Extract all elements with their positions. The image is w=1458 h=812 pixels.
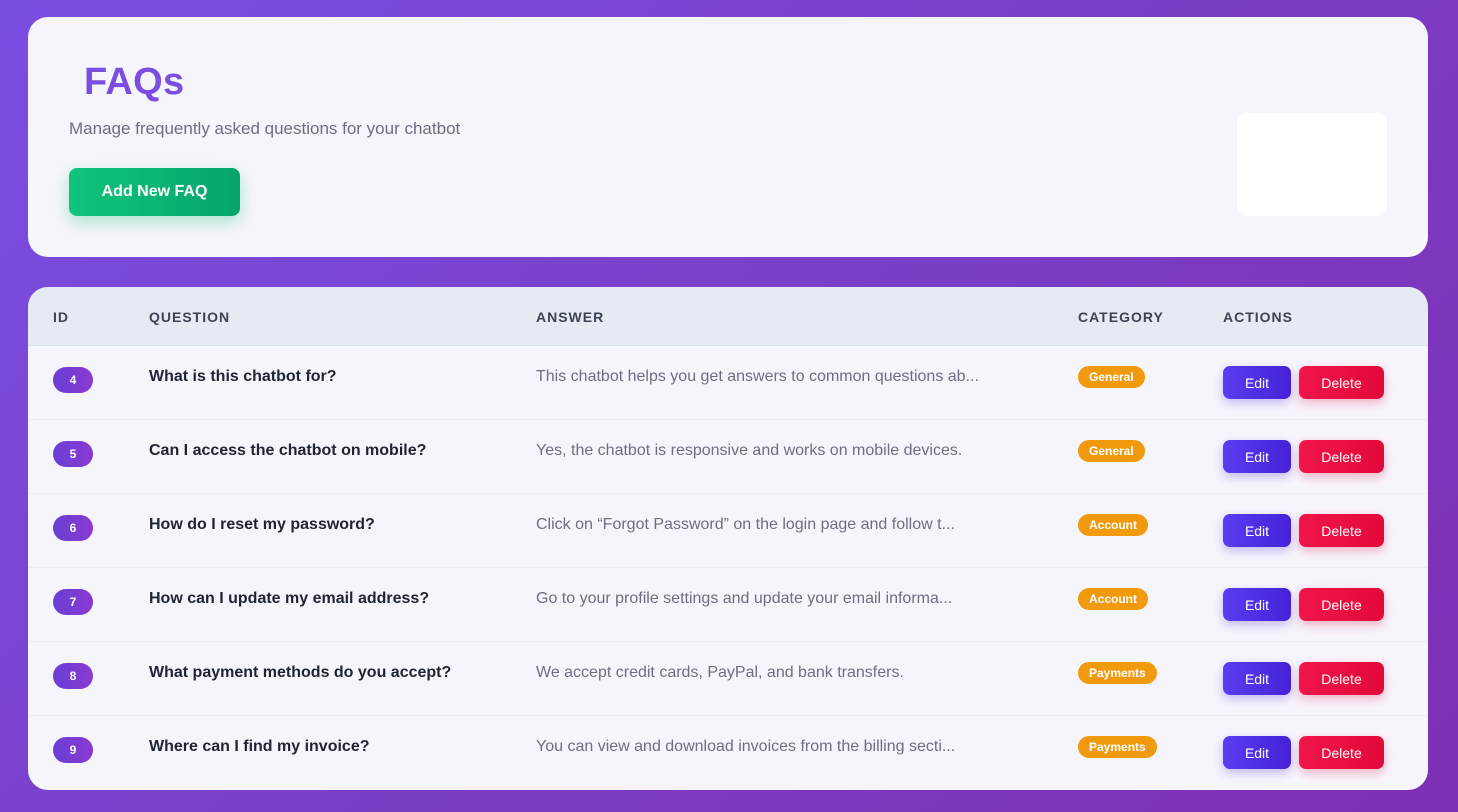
edit-button[interactable]: Edit bbox=[1223, 440, 1291, 473]
edit-button[interactable]: Edit bbox=[1223, 662, 1291, 695]
table-row: 8 What payment methods do you accept? We… bbox=[28, 642, 1428, 716]
id-badge: 7 bbox=[53, 589, 93, 615]
header-stats-panel bbox=[1237, 113, 1387, 216]
delete-button[interactable]: Delete bbox=[1299, 440, 1384, 473]
delete-button[interactable]: Delete bbox=[1299, 514, 1384, 547]
id-badge: 5 bbox=[53, 441, 93, 467]
answer-text: Yes, the chatbot is responsive and works… bbox=[536, 442, 963, 459]
question-text: What payment methods do you accept? bbox=[149, 664, 452, 681]
category-badge: Payments bbox=[1078, 736, 1157, 758]
question-text: How can I update my email address? bbox=[149, 590, 430, 607]
answer-text: Click on “Forgot Password” on the login … bbox=[536, 516, 955, 533]
question-text: Where can I find my invoice? bbox=[149, 738, 370, 755]
header-card: FAQs Manage frequently asked questions f… bbox=[28, 17, 1428, 257]
page-title: FAQs bbox=[84, 61, 185, 103]
question-text: What is this chatbot for? bbox=[149, 368, 337, 385]
delete-button[interactable]: Delete bbox=[1299, 662, 1384, 695]
id-badge: 6 bbox=[53, 515, 93, 541]
answer-text: You can view and download invoices from … bbox=[536, 738, 956, 755]
edit-button[interactable]: Edit bbox=[1223, 366, 1291, 399]
table-row: 4 What is this chatbot for? This chatbot… bbox=[28, 346, 1428, 420]
faq-table: ID QUESTION ANSWER CATEGORY ACTIONS 4 Wh… bbox=[28, 287, 1428, 790]
category-badge: Payments bbox=[1078, 662, 1157, 684]
category-badge: General bbox=[1078, 366, 1145, 388]
column-header-question: QUESTION bbox=[149, 309, 231, 325]
delete-button[interactable]: Delete bbox=[1299, 366, 1384, 399]
question-text: How do I reset my password? bbox=[149, 516, 375, 533]
category-badge: Account bbox=[1078, 514, 1148, 536]
column-header-id: ID bbox=[53, 309, 69, 325]
edit-button[interactable]: Edit bbox=[1223, 588, 1291, 621]
category-badge: Account bbox=[1078, 588, 1148, 610]
column-header-answer: ANSWER bbox=[536, 309, 605, 325]
delete-button[interactable]: Delete bbox=[1299, 588, 1384, 621]
id-badge: 4 bbox=[53, 367, 93, 393]
answer-text: Go to your profile settings and update y… bbox=[536, 590, 953, 607]
page-subtitle: Manage frequently asked questions for yo… bbox=[69, 119, 461, 138]
table-header: ID QUESTION ANSWER CATEGORY ACTIONS bbox=[28, 287, 1428, 346]
table-row: 5 Can I access the chatbot on mobile? Ye… bbox=[28, 420, 1428, 494]
answer-text: We accept credit cards, PayPal, and bank… bbox=[536, 664, 904, 681]
id-badge: 9 bbox=[53, 737, 93, 763]
add-new-faq-button[interactable]: Add New FAQ bbox=[69, 168, 240, 216]
answer-text: This chatbot helps you get answers to co… bbox=[536, 368, 979, 385]
question-text: Can I access the chatbot on mobile? bbox=[149, 442, 427, 459]
table-row: 9 Where can I find my invoice? You can v… bbox=[28, 716, 1428, 790]
column-header-actions: ACTIONS bbox=[1223, 309, 1293, 325]
edit-button[interactable]: Edit bbox=[1223, 514, 1291, 547]
table-row: 6 How do I reset my password? Click on “… bbox=[28, 494, 1428, 568]
delete-button[interactable]: Delete bbox=[1299, 736, 1384, 769]
edit-button[interactable]: Edit bbox=[1223, 736, 1291, 769]
column-header-category: CATEGORY bbox=[1078, 309, 1164, 325]
id-badge: 8 bbox=[53, 663, 93, 689]
table-row: 7 How can I update my email address? Go … bbox=[28, 568, 1428, 642]
category-badge: General bbox=[1078, 440, 1145, 462]
